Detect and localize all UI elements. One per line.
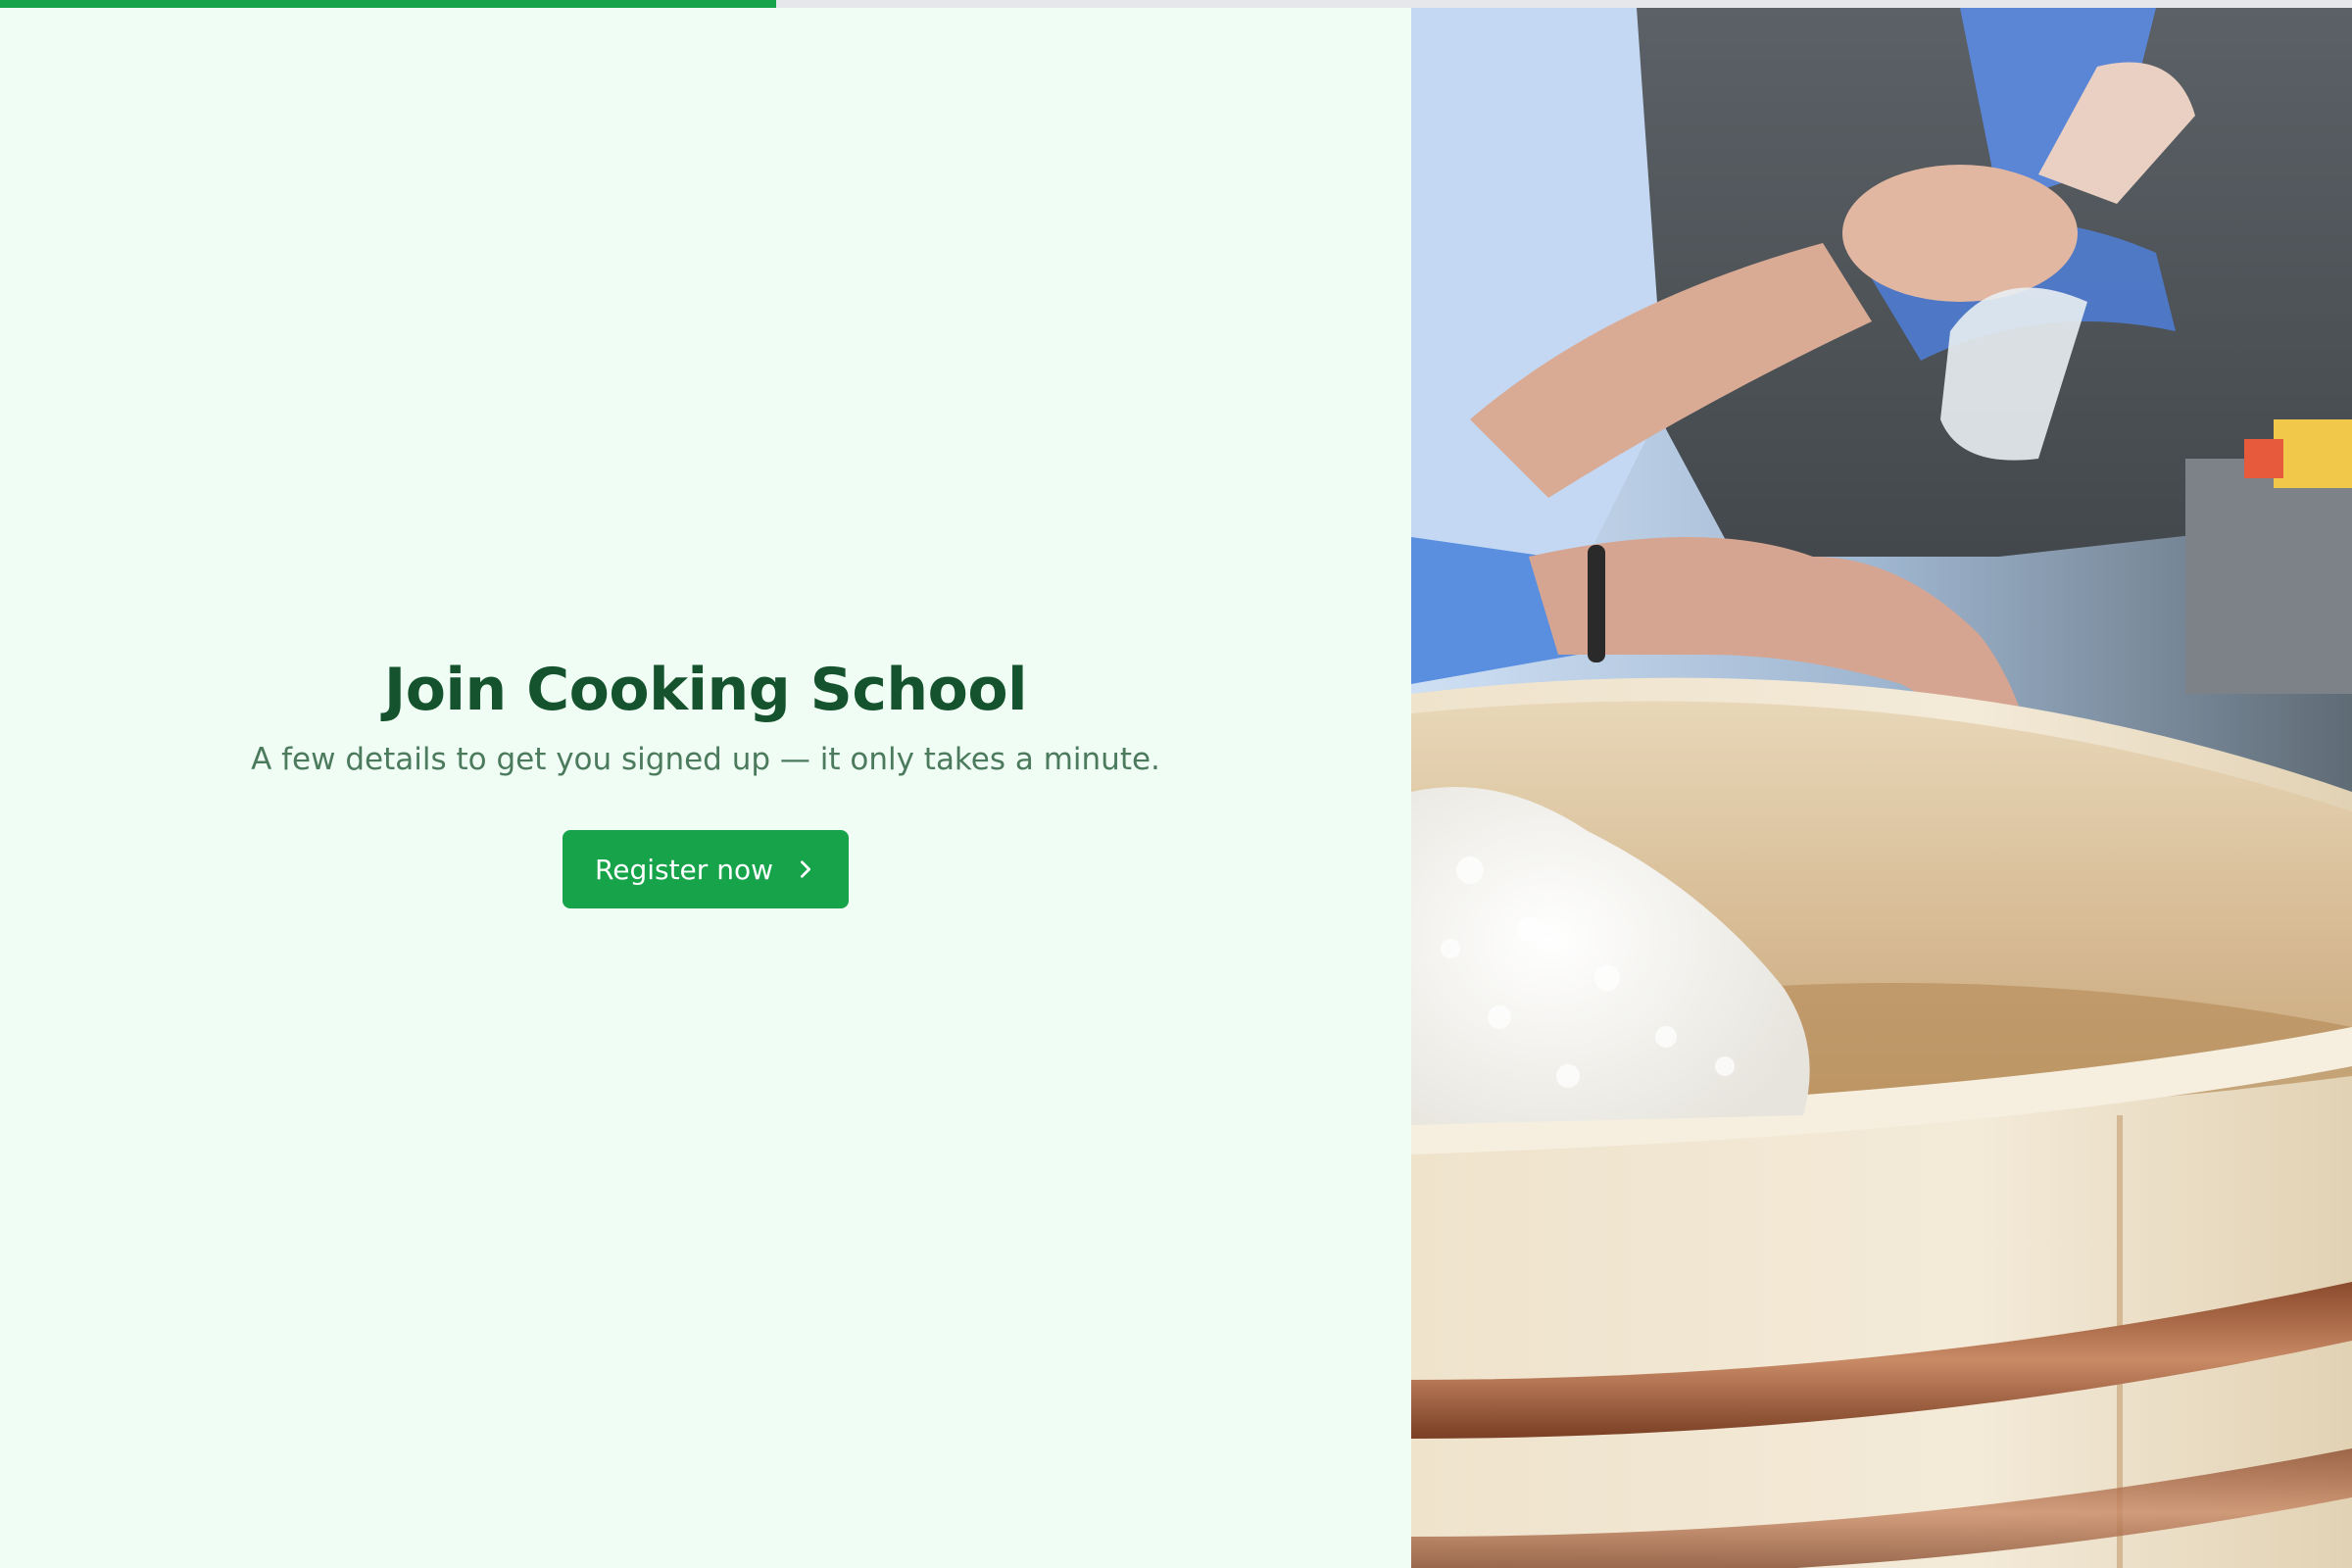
intro-panel: Join Cooking School A few details to get… <box>0 8 1411 1568</box>
page-title: Join Cooking School <box>383 656 1028 724</box>
page-subtitle: A few details to get you signed up — it … <box>251 742 1160 777</box>
hero: Join Cooking School A few details to get… <box>0 650 1411 908</box>
register-now-label: Register now <box>595 853 773 886</box>
sushi-rice-tub-illustration <box>1411 8 2352 1568</box>
chevron-right-icon <box>800 860 811 878</box>
hero-photo <box>1411 8 2352 1568</box>
progress-bar <box>0 0 2352 8</box>
register-now-button[interactable]: Register now <box>563 830 849 908</box>
progress-bar-fill <box>0 0 776 8</box>
